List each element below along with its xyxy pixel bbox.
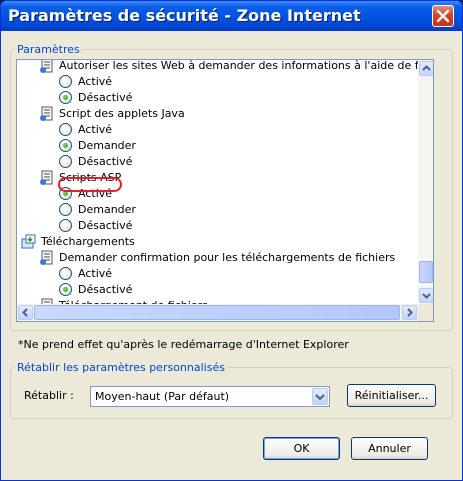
reset-level-select[interactable]: Moyen-haut (Par défaut) [90, 386, 330, 407]
reset-level-value: Moyen-haut (Par défaut) [95, 390, 230, 403]
tree-item-label: Activé [78, 123, 113, 136]
vertical-scroll-thumb[interactable] [419, 261, 433, 283]
setting-page-icon [39, 170, 55, 186]
chevron-left-icon [22, 308, 28, 317]
radio-unchecked-icon[interactable] [59, 123, 72, 136]
radio-option[interactable]: Demander [59, 202, 136, 218]
scroll-right-button[interactable] [402, 305, 417, 320]
radio-option[interactable]: Désactivé [59, 90, 132, 106]
scroll-left-button[interactable] [18, 305, 33, 320]
tree-item-label: Désactivé [78, 219, 133, 232]
radio-option[interactable]: Désactivé [59, 282, 132, 298]
settings-tree[interactable]: Autoriser les sites Web à demander des i… [16, 59, 434, 322]
cancel-button[interactable]: Annuler [351, 437, 428, 460]
tree-item-label: Demander [78, 203, 136, 216]
dropdown-button[interactable] [312, 388, 328, 405]
tree-setting: Demander confirmation pour les télécharg… [39, 250, 395, 266]
tree-item-label: Activé [78, 267, 113, 280]
tree-item-label: Activé [78, 75, 113, 88]
tree-category: Téléchargements [21, 234, 135, 250]
radio-unchecked-icon[interactable] [59, 219, 72, 232]
chevron-right-icon [407, 308, 413, 317]
settings-group-legend: Paramètres [17, 43, 80, 56]
radio-option[interactable]: Demander [59, 138, 136, 154]
dialog-client-area: Paramètres Autoriser les sites Web à dem… [4, 31, 459, 479]
annotation-highlight [58, 177, 122, 192]
security-settings-dialog: Paramètres de sécurité - Zone Internet P… [0, 0, 463, 481]
setting-page-icon [39, 106, 55, 122]
restart-note: *Ne prend effet qu'après le redémarrage … [18, 338, 349, 351]
setting-page-icon [39, 250, 55, 266]
scroll-down-button[interactable] [419, 288, 433, 303]
tree-item-label: Demander confirmation pour les télécharg… [59, 251, 396, 264]
chevron-down-icon [422, 293, 431, 299]
title-bar[interactable]: Paramètres de sécurité - Zone Internet [1, 1, 462, 31]
radio-checked-icon[interactable] [59, 91, 72, 104]
close-icon [436, 9, 450, 23]
radio-option[interactable]: Activé [59, 122, 112, 138]
reset-group-legend: Rétablir les paramètres personnalisés [17, 361, 225, 374]
radio-unchecked-icon[interactable] [59, 155, 72, 168]
scroll-up-button[interactable] [419, 61, 433, 76]
radio-checked-icon[interactable] [59, 139, 72, 152]
tree-item-label: Téléchargements [41, 235, 135, 248]
tree-item-label: Désactivé [78, 155, 133, 168]
window-title: Paramètres de sécurité - Zone Internet [8, 6, 361, 25]
radio-option[interactable]: Activé [59, 74, 112, 90]
download-category-icon [21, 234, 37, 250]
tree-setting: Autoriser les sites Web à demander des i… [39, 59, 434, 74]
radio-checked-icon[interactable] [59, 283, 72, 296]
tree-setting: Script des applets Java [39, 106, 185, 122]
setting-page-icon [39, 60, 55, 74]
reset-label: Rétablir : [24, 389, 74, 402]
radio-option[interactable]: Désactivé [59, 218, 132, 234]
radio-unchecked-icon[interactable] [59, 267, 72, 280]
chevron-up-icon [422, 65, 431, 71]
radio-option[interactable]: Activé [59, 266, 112, 282]
chevron-down-icon [315, 394, 325, 401]
vertical-scrollbar[interactable] [418, 60, 433, 304]
radio-option[interactable]: Désactivé [59, 154, 132, 170]
horizontal-scroll-thumb[interactable] [34, 305, 400, 320]
reset-button[interactable]: Réinitialiser... [347, 384, 436, 407]
tree-item-label: Script des applets Java [59, 107, 185, 120]
scrollbar-corner [418, 304, 433, 321]
radio-unchecked-icon[interactable] [59, 75, 72, 88]
tree-item-label: Autoriser les sites Web à demander des i… [59, 59, 434, 72]
horizontal-scrollbar[interactable] [17, 304, 418, 321]
tree-item-label: Demander [78, 139, 136, 152]
ok-button[interactable]: OK [263, 437, 340, 460]
tree-item-label: Désactivé [78, 283, 133, 296]
radio-unchecked-icon[interactable] [59, 203, 72, 216]
tree-item-label: Désactivé [78, 91, 133, 104]
close-button[interactable] [432, 5, 454, 27]
